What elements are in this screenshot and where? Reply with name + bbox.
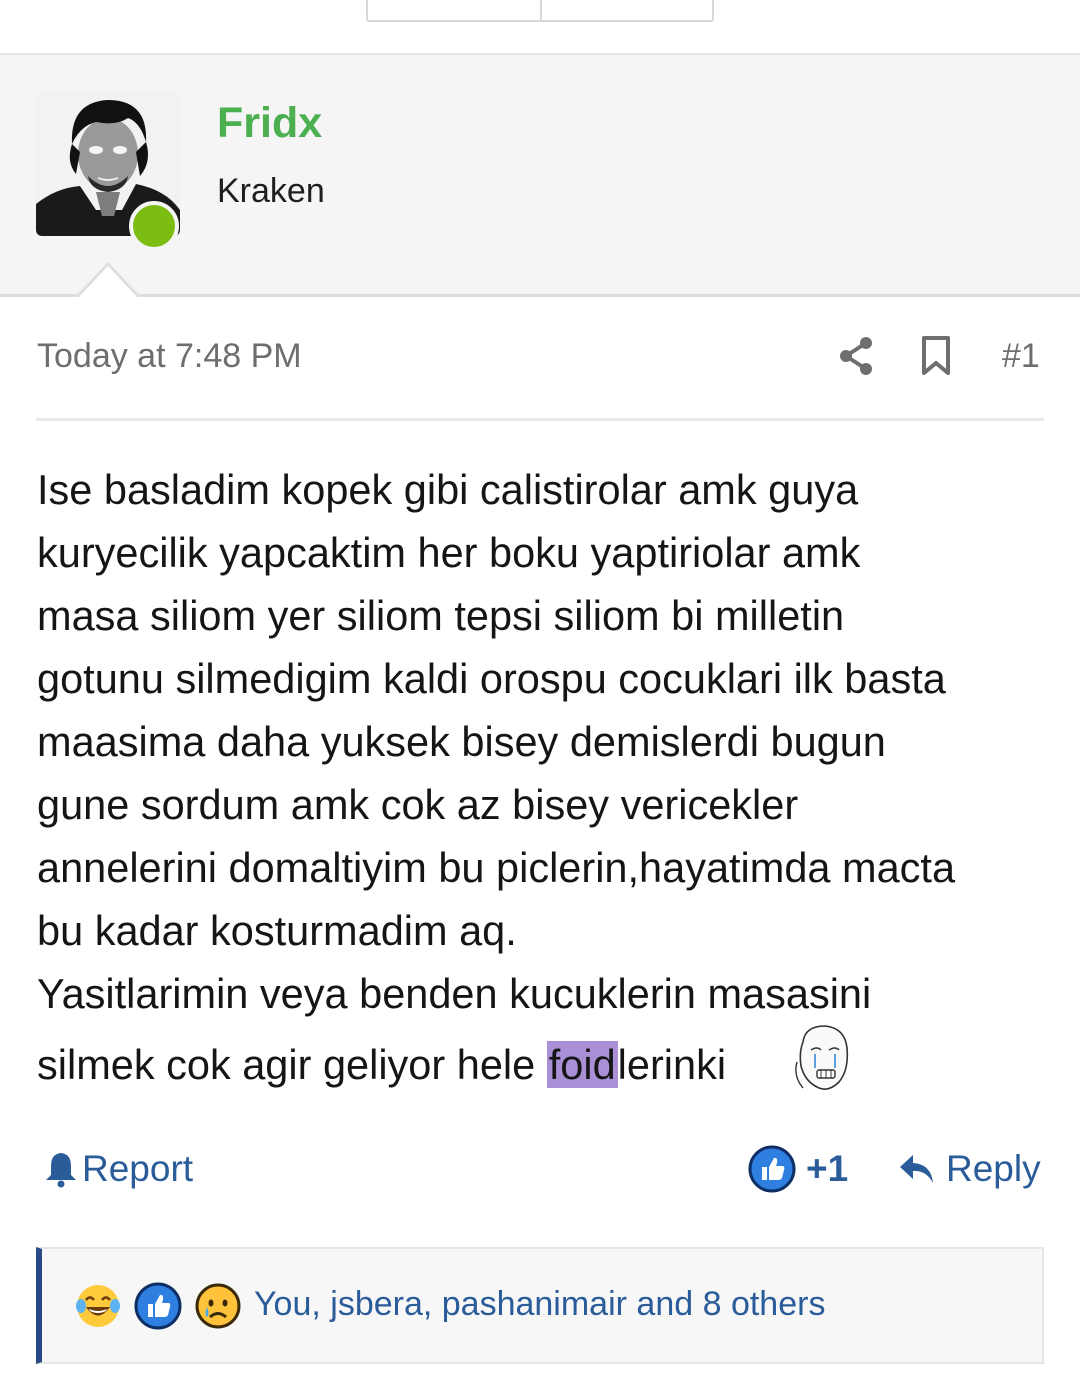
header-pointer-arrow-fill <box>79 266 137 297</box>
reply-arrow-icon <box>900 1155 933 1183</box>
post-line: Yasitlarimin veya benden kucuklerin masa… <box>37 970 872 1017</box>
reply-button[interactable]: Reply <box>898 1148 1041 1190</box>
sad-tear-icon <box>195 1283 241 1329</box>
share-icon[interactable] <box>836 335 876 377</box>
post-line: gune sordum amk cok az bisey vericekler <box>37 781 799 828</box>
bell-icon <box>46 1153 76 1188</box>
reaction-icons <box>74 1282 242 1330</box>
meta-divider <box>36 418 1044 421</box>
post-line: gotunu silmedigim kaldi orospu cocuklari… <box>37 655 946 702</box>
post-line: annelerini domaltiyim bu piclerin,hayati… <box>37 844 956 891</box>
bookmark-icon[interactable] <box>918 335 954 377</box>
reaction-summary-link[interactable]: You, jsbera, pashanimair and 8 others <box>254 1285 825 1324</box>
crying-wojak-icon <box>795 1025 849 1090</box>
pagination-remnant[interactable] <box>366 0 714 22</box>
post-text: silmek cok agir geliyor hele <box>37 1041 547 1088</box>
post-line-last: silmek cok agir geliyor hele foidlerinki <box>37 1033 1052 1096</box>
post-line: Ise basladim kopek gibi calistirolar amk… <box>37 466 859 513</box>
post-line: bu kadar kosturmadim aq. <box>37 907 517 954</box>
post-line: masa siliom yer siliom tepsi siliom bi m… <box>37 592 845 639</box>
pagination-divider <box>540 0 542 20</box>
like-button[interactable]: +1 <box>748 1145 848 1193</box>
user-title: Kraken <box>217 172 325 210</box>
thumbs-up-icon <box>748 1145 796 1193</box>
post-text: lerinki <box>617 1041 727 1088</box>
report-button[interactable]: Report <box>44 1148 193 1190</box>
post-line: maasima daha yuksek bisey demislerdi bug… <box>37 718 886 765</box>
highlighted-word: foid <box>546 1041 618 1088</box>
post-date[interactable]: Today at 7:48 PM <box>37 337 302 376</box>
online-status-indicator <box>129 201 179 251</box>
reactions-bar[interactable]: You, jsbera, pashanimair and 8 others <box>36 1247 1044 1364</box>
post-number-link[interactable]: #1 <box>1002 337 1040 376</box>
post-line: kuryecilik yapcaktim her boku yaptiriola… <box>37 529 861 576</box>
thumbs-up-icon <box>134 1282 182 1330</box>
username[interactable]: Fridx <box>217 99 322 148</box>
post-body: Ise basladim kopek gibi calistirolar amk… <box>37 458 1052 1096</box>
like-count-label: +1 <box>806 1148 849 1189</box>
reply-label: Reply <box>946 1148 1041 1189</box>
laughing-tears-icon <box>76 1285 120 1327</box>
report-label: Report <box>82 1148 194 1189</box>
post-user-header: Fridx Kraken <box>0 53 1080 297</box>
